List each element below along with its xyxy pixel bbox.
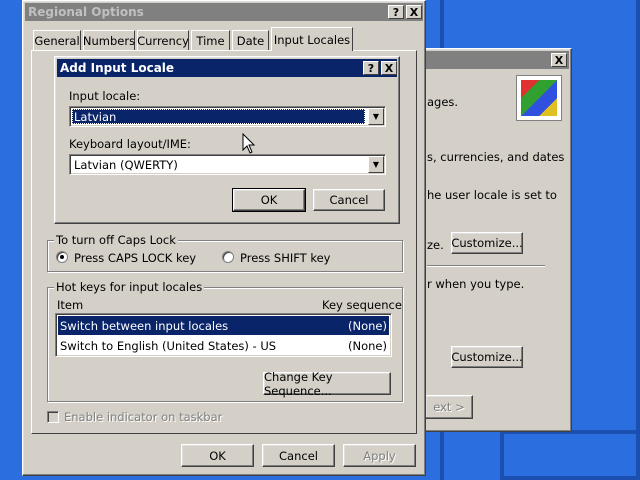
tab-numbers[interactable]: Numbers: [83, 30, 135, 50]
hotkeys-legend: Hot keys for input locales: [54, 280, 205, 294]
hotkey-key: (None): [348, 339, 387, 353]
add-input-locale-dialog: Add Input Locale ? X Input locale: Latvi…: [54, 56, 400, 224]
add-locale-help-button[interactable]: ?: [363, 61, 379, 75]
back-text-ze: ze.: [427, 238, 444, 252]
radio-shift-label[interactable]: Press SHIFT key: [240, 251, 330, 265]
hotkey-key: (None): [348, 319, 387, 333]
regional-options-titlebar: Regional Options: [25, 3, 423, 21]
keyboard-layout-label: Keyboard layout/IME:: [69, 137, 191, 151]
windows-flag-icon: [521, 80, 557, 116]
input-locale-select[interactable]: Latvian ▼: [69, 106, 386, 127]
input-locale-value: Latvian: [74, 110, 117, 124]
close-icon: X: [554, 53, 564, 67]
desktop-frame-inner: [500, 430, 640, 480]
radio-shift[interactable]: [222, 251, 234, 263]
add-locale-cancel-button[interactable]: Cancel: [313, 189, 385, 211]
back-window-titlebar: [423, 51, 569, 69]
regional-close-button[interactable]: X: [406, 5, 422, 19]
back-window: X ages. s, currencies, and dates he user…: [420, 48, 572, 432]
add-locale-ok-button[interactable]: OK: [232, 188, 306, 212]
regional-options-title: Regional Options: [28, 5, 144, 19]
chevron-down-icon[interactable]: ▼: [368, 156, 384, 173]
help-icon: ?: [392, 5, 400, 19]
change-key-sequence-button[interactable]: Change Key Sequence...: [263, 370, 391, 398]
chevron-down-icon[interactable]: ▼: [368, 108, 384, 125]
back-text-languages: ages.: [427, 95, 459, 109]
add-locale-title: Add Input Locale: [60, 61, 175, 75]
close-icon: X: [384, 61, 394, 75]
tab-currency[interactable]: Currency: [137, 30, 189, 50]
help-icon: ?: [367, 61, 375, 75]
keyboard-layout-select[interactable]: Latvian (QWERTY) ▼: [69, 154, 386, 175]
back-next-button[interactable]: ext >: [425, 395, 473, 419]
keyboard-layout-value: Latvian (QWERTY): [74, 158, 178, 172]
back-customize-button-2[interactable]: Customize...: [451, 346, 523, 368]
close-icon: X: [409, 5, 419, 19]
back-window-close-button[interactable]: X: [551, 53, 567, 67]
cancel-button[interactable]: Cancel: [262, 444, 335, 467]
back-divider: [427, 265, 545, 267]
tab-general[interactable]: General: [33, 30, 81, 50]
tab-input-locales[interactable]: Input Locales: [271, 27, 353, 51]
table-row[interactable]: Switch to English (United States) - US (…: [58, 336, 389, 355]
input-locale-label: Input locale:: [69, 89, 141, 103]
back-customize-button-1[interactable]: Customize...: [451, 232, 523, 254]
back-text-when-type: r when you type.: [427, 277, 525, 291]
back-text-currencies: s, currencies, and dates: [427, 150, 565, 164]
hotkeys-col-item: Item: [57, 298, 84, 312]
tab-time[interactable]: Time: [191, 30, 230, 50]
caps-lock-legend: To turn off Caps Lock: [54, 233, 178, 247]
hotkeys-col-key: Key sequence: [322, 298, 402, 312]
hotkey-item: Switch between input locales: [60, 319, 229, 333]
add-locale-close-button[interactable]: X: [381, 61, 397, 75]
radio-caps-lock[interactable]: [56, 251, 68, 263]
apply-button[interactable]: Apply: [343, 444, 416, 467]
regional-options-icon: [516, 75, 562, 121]
radio-caps-lock-label[interactable]: Press CAPS LOCK key: [74, 251, 196, 265]
mouse-cursor-icon: [242, 133, 256, 154]
hotkeys-list[interactable]: Switch between input locales (None) Swit…: [55, 313, 392, 357]
hotkey-item: Switch to English (United States) - US: [60, 339, 277, 353]
back-text-user-locale: he user locale is set to: [427, 188, 557, 202]
tab-date[interactable]: Date: [232, 30, 269, 50]
ok-button[interactable]: OK: [181, 444, 254, 467]
add-locale-titlebar: Add Input Locale: [57, 59, 397, 77]
table-row[interactable]: Switch between input locales (None): [58, 316, 389, 335]
enable-indicator-checkbox[interactable]: [47, 411, 59, 423]
regional-help-button[interactable]: ?: [388, 5, 404, 19]
enable-indicator-label[interactable]: Enable indicator on taskbar: [64, 410, 222, 424]
